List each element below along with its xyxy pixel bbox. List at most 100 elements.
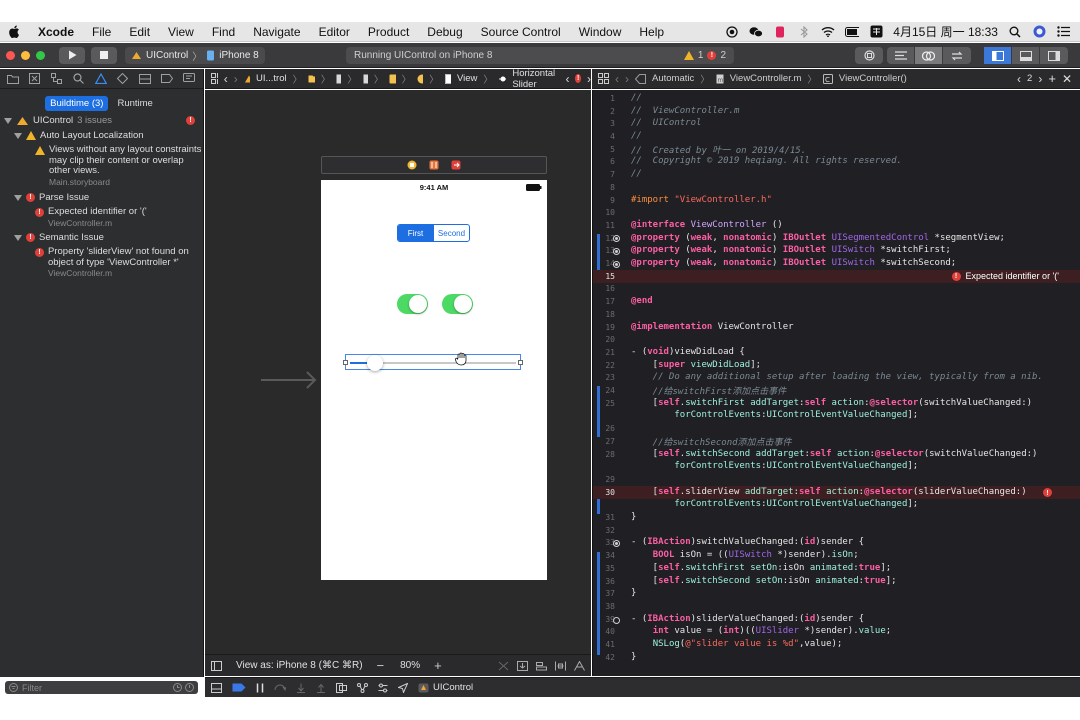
zoom-out-button[interactable]: − bbox=[377, 658, 385, 673]
test-navigator-icon[interactable] bbox=[116, 72, 129, 85]
issue-item-layout-constraints[interactable]: Views without any layout constraints may… bbox=[35, 144, 201, 187]
first-responder-dock-icon[interactable] bbox=[429, 160, 439, 170]
recent-filter-icon[interactable] bbox=[173, 683, 182, 692]
segmented-control[interactable]: First Second bbox=[397, 224, 470, 242]
issue-group-parse[interactable]: ! Parse Issue bbox=[14, 192, 89, 203]
code-editor[interactable]: 1// 2// ViewController.m 3// UIControl 4… bbox=[592, 90, 1080, 676]
source-control-navigator-icon[interactable] bbox=[28, 72, 41, 85]
outlet-connected-icon[interactable] bbox=[613, 248, 620, 255]
issue-indicator-icon[interactable]: ! bbox=[575, 74, 581, 83]
warning-count[interactable]: 1 bbox=[698, 50, 704, 61]
disclosure-triangle-icon[interactable] bbox=[14, 132, 22, 139]
view-controller-icon[interactable] bbox=[389, 74, 396, 84]
class-symbol-icon[interactable]: C bbox=[822, 73, 833, 84]
menu-help[interactable]: Help bbox=[630, 25, 673, 39]
assistant-editor-button[interactable] bbox=[915, 47, 943, 64]
issue-forward-arrow-icon[interactable]: › bbox=[587, 72, 591, 86]
back-arrow-icon[interactable]: ‹ bbox=[224, 72, 228, 86]
bluetooth-icon[interactable] bbox=[797, 25, 811, 39]
forward-arrow-icon[interactable]: › bbox=[234, 72, 238, 86]
scene-icon[interactable] bbox=[363, 74, 368, 84]
back-arrow-icon[interactable]: ‹ bbox=[615, 72, 619, 86]
scheme-selector[interactable]: UIControl 〉 iPhone 8 bbox=[125, 46, 265, 64]
breadcrumb-file[interactable]: ViewController.m bbox=[730, 73, 802, 84]
symbol-navigator-icon[interactable] bbox=[50, 72, 63, 85]
exit-dock-icon[interactable] bbox=[451, 160, 461, 170]
menu-product[interactable]: Product bbox=[359, 25, 418, 39]
battery-icon[interactable] bbox=[845, 25, 860, 39]
storyboard-file-icon[interactable] bbox=[336, 74, 342, 84]
related-items-icon[interactable] bbox=[598, 73, 609, 84]
menu-view[interactable]: View bbox=[159, 25, 203, 39]
tab-buildtime[interactable]: Buildtime (3) bbox=[45, 96, 109, 111]
stop-button[interactable] bbox=[91, 46, 117, 64]
add-constraints-icon[interactable] bbox=[555, 661, 566, 671]
navigator-filter-field[interactable]: Filter bbox=[5, 681, 198, 694]
spotlight-icon[interactable] bbox=[1008, 25, 1022, 39]
step-into-icon[interactable] bbox=[296, 683, 306, 693]
notification-center-icon[interactable] bbox=[1056, 25, 1070, 39]
issue-item-slider-view[interactable]: ! Property 'sliderView' not found on obj… bbox=[35, 246, 189, 279]
app-badge-icon[interactable] bbox=[773, 25, 787, 39]
view-as-device-label[interactable]: View as: iPhone 8 (⌘C ⌘R) bbox=[236, 660, 363, 671]
disclosure-triangle-icon[interactable] bbox=[14, 194, 22, 201]
menu-edit[interactable]: Edit bbox=[120, 25, 159, 39]
slider-thumb[interactable] bbox=[366, 355, 383, 371]
library-button[interactable] bbox=[855, 47, 883, 64]
menu-app-name[interactable]: Xcode bbox=[29, 25, 83, 39]
activity-status-bar[interactable]: Running UIControl on iPhone 8 1 ! 2 bbox=[346, 47, 734, 64]
add-editor-icon[interactable]: + bbox=[1048, 71, 1056, 86]
switch-first[interactable] bbox=[397, 294, 428, 314]
navigator-toggle-button[interactable] bbox=[984, 47, 1012, 64]
folder-icon[interactable] bbox=[308, 75, 315, 83]
debug-area-toggle-button[interactable] bbox=[1012, 47, 1040, 64]
memory-graph-icon[interactable] bbox=[357, 682, 368, 693]
record-icon[interactable] bbox=[725, 25, 739, 39]
project-issues-row[interactable]: UIControl 3 issues bbox=[4, 115, 112, 126]
issues-only-filter-icon[interactable] bbox=[185, 683, 194, 692]
tab-runtime[interactable]: Runtime bbox=[112, 96, 157, 111]
issue-navigator-icon[interactable] bbox=[94, 72, 107, 85]
resize-handle-left[interactable] bbox=[343, 360, 348, 365]
zoom-in-button[interactable]: + bbox=[434, 658, 442, 673]
inspector-toggle-button[interactable] bbox=[1040, 47, 1068, 64]
pause-icon[interactable] bbox=[256, 683, 264, 693]
outlet-connected-icon[interactable] bbox=[613, 261, 620, 268]
horizontal-slider[interactable] bbox=[343, 354, 523, 371]
breakpoint-navigator-icon[interactable] bbox=[160, 72, 173, 85]
forward-arrow-icon[interactable]: › bbox=[625, 72, 629, 86]
step-over-icon[interactable] bbox=[274, 683, 286, 693]
run-button[interactable] bbox=[59, 46, 85, 64]
breadcrumb-horizontal-slider[interactable]: Horizontal Slider bbox=[512, 68, 555, 90]
wifi-icon[interactable] bbox=[821, 25, 835, 39]
error-count[interactable]: 2 bbox=[720, 50, 726, 61]
breakpoints-toggle-icon[interactable] bbox=[232, 683, 246, 692]
controller-circle-icon[interactable] bbox=[417, 74, 424, 84]
hide-debug-area-icon[interactable] bbox=[211, 682, 222, 693]
previous-counterpart-icon[interactable]: ‹ bbox=[1017, 72, 1021, 86]
breadcrumb-symbol[interactable]: ViewController() bbox=[839, 73, 907, 84]
error-icon[interactable]: ! bbox=[1043, 488, 1052, 497]
disclosure-triangle-icon[interactable] bbox=[14, 234, 22, 241]
menu-source-control[interactable]: Source Control bbox=[472, 25, 570, 39]
switch-second[interactable] bbox=[442, 294, 473, 314]
menu-window[interactable]: Window bbox=[570, 25, 631, 39]
environment-overrides-icon[interactable] bbox=[378, 683, 388, 693]
breadcrumb-project[interactable]: UI...trol bbox=[256, 73, 287, 84]
automatic-mode-icon[interactable] bbox=[635, 73, 646, 84]
action-disconnected-icon[interactable] bbox=[613, 617, 620, 624]
issue-group-auto-layout[interactable]: Auto Layout Localization bbox=[14, 130, 144, 141]
breadcrumb-view[interactable]: View bbox=[457, 73, 477, 84]
menu-navigate[interactable]: Navigate bbox=[244, 25, 309, 39]
inline-error-annotation[interactable]: ! Expected identifier or '(' bbox=[951, 271, 1059, 281]
slider-icon[interactable] bbox=[498, 75, 507, 83]
align-icon[interactable] bbox=[536, 661, 547, 671]
view-controller-dock-icon[interactable] bbox=[407, 160, 417, 170]
standard-editor-button[interactable] bbox=[887, 47, 915, 64]
menu-editor[interactable]: Editor bbox=[310, 25, 359, 39]
version-editor-button[interactable] bbox=[943, 47, 971, 64]
debug-navigator-icon[interactable] bbox=[138, 72, 151, 85]
report-navigator-icon[interactable] bbox=[182, 72, 195, 85]
iphone-preview[interactable]: 9:41 AM First Second bbox=[321, 180, 547, 580]
segment-first[interactable]: First bbox=[398, 225, 433, 241]
